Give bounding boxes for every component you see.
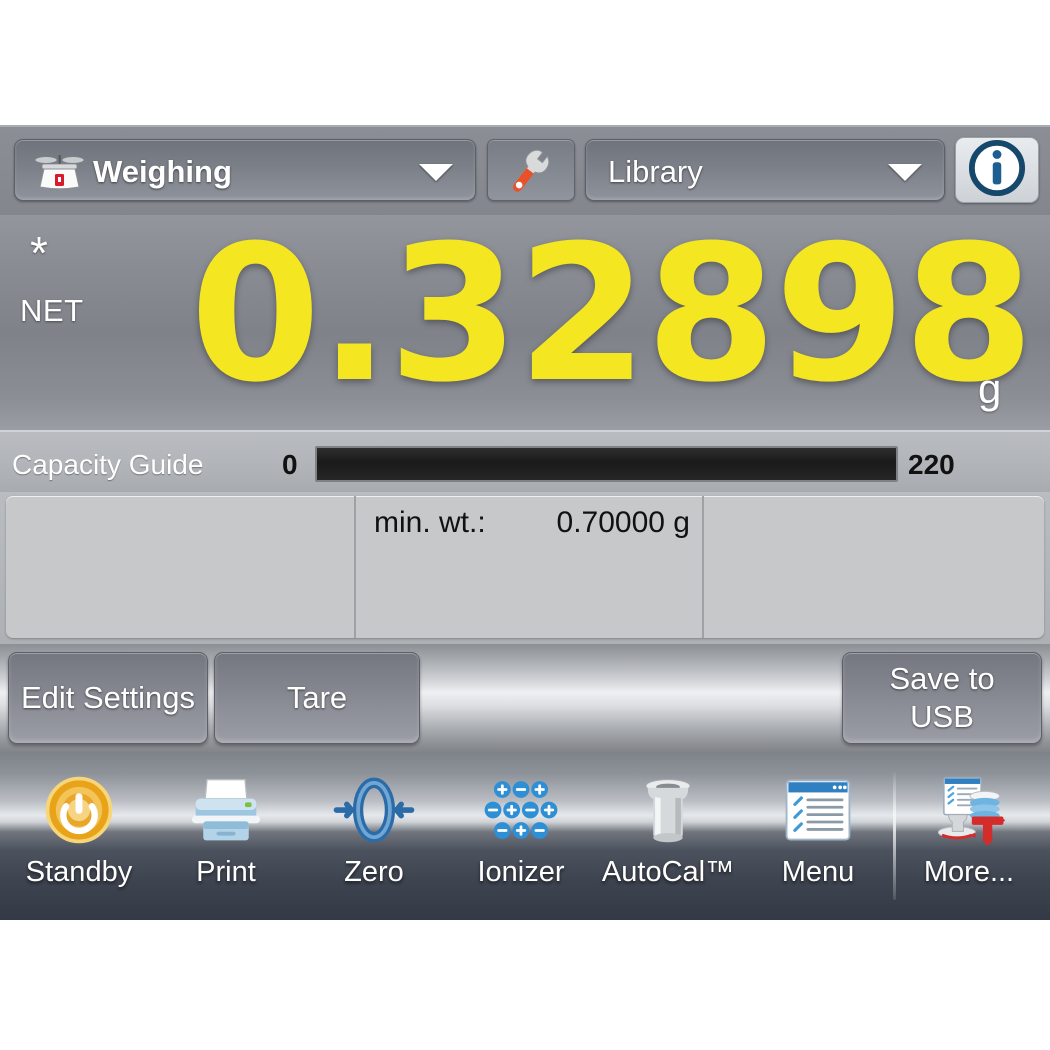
save-to-usb-button[interactable]: Save to USB bbox=[842, 652, 1042, 744]
library-dropdown[interactable]: Library bbox=[585, 139, 945, 201]
tools-wrench-button[interactable] bbox=[487, 139, 575, 201]
weight-value: 0.32898 bbox=[190, 205, 1034, 424]
info-button[interactable] bbox=[955, 137, 1039, 203]
library-dropdown-label: Library bbox=[608, 154, 703, 189]
info-panel-left[interactable] bbox=[6, 496, 354, 638]
more-documents-icon bbox=[903, 764, 1035, 856]
weight-unit: g bbox=[978, 365, 1002, 412]
min-weight-value: 0.70000 g bbox=[556, 506, 690, 539]
ionizer-label: Ionizer bbox=[477, 856, 565, 888]
power-standby-icon bbox=[13, 764, 145, 856]
info-icon bbox=[968, 139, 1026, 202]
menu-button[interactable]: Menu bbox=[752, 764, 884, 912]
mode-dropdown-label: Weighing bbox=[93, 154, 232, 189]
capacity-guide-row: Capacity Guide 0 220 bbox=[0, 430, 1050, 492]
bottom-icon-bar: Standby Print Zero Ionizer AutoCal™ Menu… bbox=[0, 754, 1050, 920]
more-label: More... bbox=[923, 856, 1015, 888]
info-panel-right[interactable] bbox=[702, 496, 1044, 638]
menu-label: Menu bbox=[781, 856, 855, 888]
capacity-guide-label: Capacity Guide bbox=[12, 449, 204, 480]
autocal-button[interactable]: AutoCal™ bbox=[602, 764, 734, 912]
capacity-min-value: 0 bbox=[282, 449, 298, 480]
more-button[interactable]: More... bbox=[903, 764, 1035, 912]
capacity-max-value: 220 bbox=[908, 449, 955, 480]
standby-button[interactable]: Standby bbox=[13, 764, 145, 912]
zero-button[interactable]: Zero bbox=[308, 764, 440, 912]
wrench-icon bbox=[488, 149, 576, 206]
top-bar: Weighing Library bbox=[0, 125, 1050, 215]
tare-button[interactable]: Tare bbox=[214, 652, 420, 744]
min-weight-label: min. wt.: bbox=[374, 506, 486, 539]
zero-label: Zero bbox=[344, 856, 404, 888]
save-to-usb-line1: Save to bbox=[889, 661, 995, 696]
action-button-bar: Edit Settings Tare Save to USB bbox=[0, 644, 1050, 754]
balance-screen: Weighing Library * NET 0.32898 g Capacit… bbox=[0, 125, 1050, 920]
edit-settings-button[interactable]: Edit Settings bbox=[8, 652, 208, 744]
calibration-weight-icon bbox=[602, 764, 734, 856]
chevron-down-icon bbox=[888, 164, 922, 181]
print-button[interactable]: Print bbox=[160, 764, 292, 912]
save-to-usb-line2: USB bbox=[910, 699, 974, 734]
zero-arrows-icon bbox=[308, 764, 440, 856]
chevron-down-icon bbox=[419, 164, 453, 181]
stable-star-indicator: * bbox=[30, 227, 48, 279]
info-panels: min. wt.: 0.70000 g bbox=[0, 492, 1050, 644]
print-label: Print bbox=[196, 856, 256, 888]
weight-display-area: * NET 0.32898 g bbox=[0, 209, 1050, 430]
autocal-label: AutoCal™ bbox=[601, 856, 735, 888]
icon-bar-separator bbox=[893, 772, 896, 900]
standby-label: Standby bbox=[25, 856, 133, 888]
info-panel-min-weight[interactable]: min. wt.: 0.70000 g bbox=[354, 496, 702, 638]
net-indicator: NET bbox=[20, 293, 84, 328]
mode-dropdown[interactable]: Weighing bbox=[14, 139, 476, 201]
printer-icon bbox=[160, 764, 292, 856]
ionizer-charges-icon bbox=[455, 764, 587, 856]
capacity-guide-bar bbox=[315, 446, 898, 482]
ionizer-button[interactable]: Ionizer bbox=[455, 764, 587, 912]
balance-scale-icon bbox=[33, 153, 85, 191]
menu-window-icon bbox=[752, 764, 884, 856]
